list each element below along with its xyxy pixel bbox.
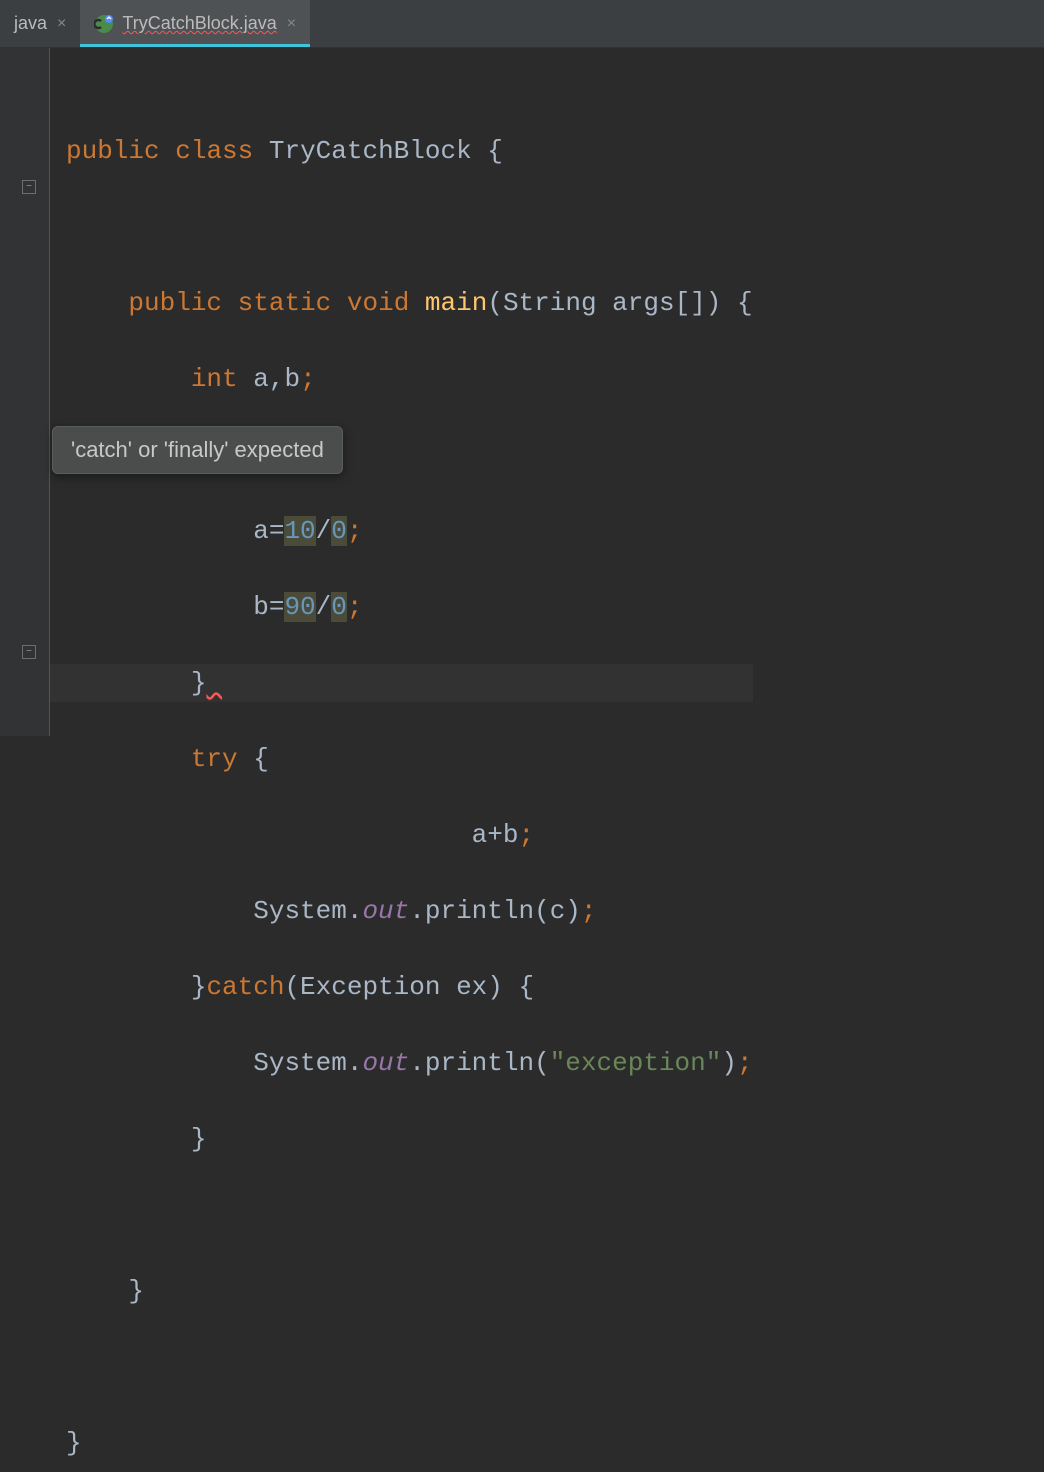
fold-expand-icon[interactable]: − [22,645,36,659]
code-line [66,1348,753,1386]
code-line: a=10/0; [66,512,753,550]
code-editor[interactable]: public class TryCatchBlock { public stat… [50,48,753,736]
editor-area: − − public class TryCatchBlock { public … [0,48,1044,736]
code-line: int a,b; [66,360,753,398]
tab-trycatchblock[interactable]: TryCatchBlock.java × [80,0,310,47]
tab-bar: java × TryCatchBlock.java × [0,0,1044,48]
code-line: } [66,1120,753,1158]
code-line: try { [66,740,753,778]
code-line [66,1196,753,1234]
close-icon[interactable]: × [57,15,66,33]
gutter: − − [0,48,50,736]
error-marker [206,668,222,698]
code-line: System.out.println("exception"); [66,1044,753,1082]
code-line [66,208,753,246]
tab-label: java [14,13,47,34]
code-line: public class TryCatchBlock { [66,132,753,170]
error-tooltip: 'catch' or 'finally' expected [52,426,343,474]
tab-java[interactable]: java × [0,0,80,47]
code-line: } [66,1424,753,1462]
code-line: } [66,664,753,702]
code-line: b=90/0; [66,588,753,626]
code-line: System.out.println(c); [66,892,753,930]
code-line: }catch(Exception ex) { [66,968,753,1006]
class-icon [94,14,114,34]
fold-collapse-icon[interactable]: − [22,180,36,194]
code-line: } [66,1272,753,1310]
close-icon[interactable]: × [287,15,296,33]
tab-label: TryCatchBlock.java [122,13,276,34]
code-line: a+b; [66,816,753,854]
code-line: public static void main(String args[]) { [66,284,753,322]
